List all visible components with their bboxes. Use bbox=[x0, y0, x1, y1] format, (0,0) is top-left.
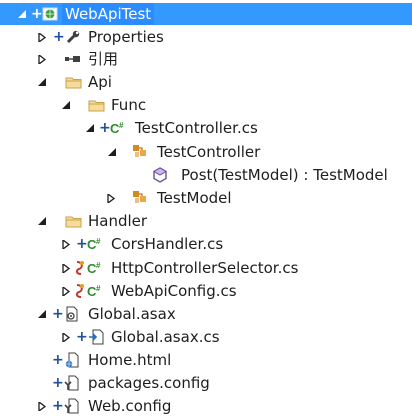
method-icon bbox=[152, 167, 168, 183]
expanded-arrow-icon[interactable] bbox=[86, 124, 94, 132]
collapsed-arrow-icon[interactable] bbox=[38, 33, 46, 42]
expanded-arrow-icon[interactable] bbox=[18, 10, 26, 18]
tree-item-properties[interactable]: + Properties bbox=[0, 26, 412, 48]
tree-item-home-html[interactable]: + Home.html bbox=[0, 349, 412, 371]
tree-item-handler[interactable]: Handler bbox=[0, 210, 412, 232]
tree-item-webapitest[interactable]: + WebApiTest bbox=[0, 3, 412, 25]
class-icon bbox=[131, 144, 147, 160]
csharp-file-icon: C # bbox=[87, 283, 109, 299]
collapsed-arrow-icon[interactable] bbox=[107, 194, 115, 203]
tree-item-post-method[interactable]: Post(TestModel) : TestModel bbox=[0, 164, 412, 186]
tree-item-label: Web.config bbox=[88, 397, 172, 415]
pending-add-icon: + bbox=[52, 375, 64, 391]
html-file-icon bbox=[64, 352, 80, 368]
pending-add-icon: + bbox=[52, 352, 64, 368]
config-file-icon bbox=[64, 398, 80, 414]
tree-item-httpcontrollerselector-cs[interactable]: C # HttpControllerSelector.cs bbox=[0, 257, 412, 279]
collapsed-arrow-icon[interactable] bbox=[62, 333, 70, 342]
tree-item-label: Properties bbox=[88, 28, 164, 46]
web-project-icon bbox=[42, 6, 58, 22]
collapsed-arrow-icon[interactable] bbox=[62, 264, 70, 273]
solution-explorer-tree: + WebApiTest + Properties 引用 Api Func + … bbox=[0, 0, 412, 420]
folder-icon bbox=[65, 74, 82, 90]
class-icon bbox=[131, 190, 147, 206]
tree-item-packages-config[interactable]: + packages.config bbox=[0, 372, 412, 394]
tree-item-web-config[interactable]: + Web.config bbox=[0, 395, 412, 417]
svg-text:#: # bbox=[96, 237, 101, 246]
code-behind-file-icon bbox=[88, 329, 104, 345]
folder-icon bbox=[88, 97, 105, 113]
tree-item-label: HttpControllerSelector.cs bbox=[111, 259, 299, 277]
asax-file-icon bbox=[64, 306, 80, 322]
tree-item-testcontroller-cs[interactable]: + C # TestController.cs bbox=[0, 117, 412, 139]
tree-item-label: Post(TestModel) : TestModel bbox=[181, 166, 388, 184]
expanded-arrow-icon[interactable] bbox=[38, 310, 46, 318]
checked-out-icon bbox=[74, 260, 86, 276]
tree-item-label: Home.html bbox=[88, 351, 172, 369]
tree-item-label: Api bbox=[88, 73, 112, 91]
wrench-icon bbox=[65, 29, 81, 45]
pending-add-icon: + bbox=[52, 306, 64, 322]
tree-item-testcontroller-class[interactable]: TestController bbox=[0, 141, 412, 163]
tree-item-corshandler-cs[interactable]: + C # CorsHandler.cs bbox=[0, 233, 412, 255]
expanded-arrow-icon[interactable] bbox=[38, 217, 46, 225]
expanded-arrow-icon[interactable] bbox=[62, 101, 70, 109]
pending-add-icon: + bbox=[53, 29, 65, 45]
expanded-arrow-icon[interactable] bbox=[108, 148, 116, 156]
pending-add-icon: + bbox=[52, 398, 64, 414]
pending-add-icon: + bbox=[76, 236, 88, 252]
expanded-arrow-icon[interactable] bbox=[38, 78, 46, 86]
tree-item-func[interactable]: Func bbox=[0, 94, 412, 116]
tree-item-api[interactable]: Api bbox=[0, 71, 412, 93]
tree-item-label: Global.asax.cs bbox=[111, 328, 220, 346]
tree-item-label: WebApiTest bbox=[62, 3, 155, 25]
checked-out-icon bbox=[74, 283, 86, 299]
tree-item-label: Handler bbox=[88, 212, 148, 230]
tree-item-label: packages.config bbox=[88, 374, 210, 392]
svg-text:#: # bbox=[96, 261, 101, 270]
tree-item-testmodel-class[interactable]: TestModel bbox=[0, 187, 412, 209]
svg-text:#: # bbox=[119, 121, 124, 130]
collapsed-arrow-icon[interactable] bbox=[62, 240, 70, 249]
pending-add-icon: + bbox=[31, 6, 43, 22]
collapsed-arrow-icon[interactable] bbox=[62, 287, 70, 296]
tree-item-label: Global.asax bbox=[88, 305, 176, 323]
tree-item-label: TestController.cs bbox=[135, 119, 258, 137]
svg-text:#: # bbox=[96, 284, 101, 293]
collapsed-arrow-icon[interactable] bbox=[38, 55, 46, 64]
csharp-file-icon: C # bbox=[87, 236, 109, 252]
tree-item-global-asax-cs[interactable]: + Global.asax.cs bbox=[0, 326, 412, 348]
tree-item-global-asax[interactable]: + Global.asax bbox=[0, 303, 412, 325]
tree-item-webapiconfig-cs[interactable]: C # WebApiConfig.cs bbox=[0, 280, 412, 302]
tree-item-label: TestController bbox=[157, 143, 261, 161]
collapsed-arrow-icon[interactable] bbox=[38, 402, 46, 411]
tree-item-label: 引用 bbox=[88, 50, 119, 68]
pending-add-icon: + bbox=[76, 329, 88, 345]
pending-add-icon: + bbox=[99, 120, 111, 136]
csharp-file-icon: C # bbox=[87, 260, 109, 276]
csharp-file-icon: C # bbox=[110, 120, 132, 136]
folder-icon bbox=[65, 213, 82, 229]
tree-item-label: TestModel bbox=[157, 189, 232, 207]
references-icon bbox=[64, 51, 80, 67]
tree-item-label: Func bbox=[111, 96, 147, 114]
config-file-icon bbox=[64, 375, 80, 391]
tree-item-label: WebApiConfig.cs bbox=[111, 282, 237, 300]
tree-item-references[interactable]: 引用 bbox=[0, 48, 412, 70]
tree-item-label: CorsHandler.cs bbox=[111, 235, 224, 253]
